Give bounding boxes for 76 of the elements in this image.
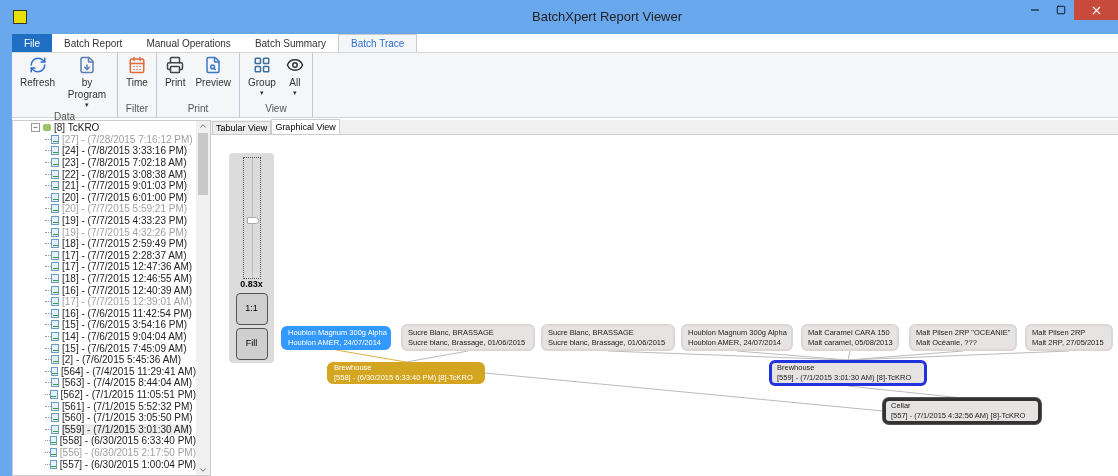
view-tab[interactable]: Graphical View	[271, 119, 340, 134]
slider-thumb[interactable]	[246, 217, 259, 225]
tree-item[interactable]: [561] - (7/1/2015 5:52:32 PM)	[62, 400, 193, 412]
tree-item[interactable]: [24] - (7/8/2015 3:33:16 PM)	[62, 145, 188, 157]
ribbon-button[interactable]: Preview	[191, 53, 235, 101]
document-icon	[51, 274, 59, 283]
document-icon	[51, 332, 59, 341]
magnifier-icon	[204, 56, 223, 74]
tree-item[interactable]: [558] - (6/30/2015 6:33:40 PM)	[59, 435, 196, 447]
group-label: Data	[52, 110, 77, 123]
ribbon-button[interactable]: Time	[122, 53, 152, 101]
connector-line	[405, 350, 469, 363]
ribbon-button[interactable]: Refresh	[16, 53, 59, 109]
document-icon	[51, 146, 59, 156]
tree-item[interactable]: [16] - (7/6/2015 11:42:54 PM)	[62, 307, 192, 319]
document-icon	[51, 134, 59, 144]
tree-item[interactable]: [564] - (7/4/2015 11:29:41 AM)	[61, 365, 196, 377]
ribbon-button[interactable]: Print	[160, 53, 190, 101]
tree-item[interactable]: [16] - (7/7/2015 12:40:39 AM)	[62, 284, 193, 296]
zoom-button[interactable]: Fill	[235, 328, 268, 360]
maximize-icon	[1056, 5, 1066, 15]
tree-item[interactable]: [17] - (7/7/2015 2:28:37 AM)	[62, 249, 187, 261]
tag-icon	[43, 124, 51, 132]
scroll-down-icon[interactable]	[198, 465, 208, 475]
zoom-reading: 0.83x	[240, 279, 263, 290]
ribbon-tab[interactable]: Batch Report	[52, 34, 135, 52]
tree-item[interactable]: [20] - (7/7/2015 6:01:00 PM)	[62, 191, 188, 203]
tree-item[interactable]: [2] - (7/6/2015 5:45:36 AM)	[62, 354, 181, 366]
tree-item[interactable]: [18] - (7/7/2015 12:46:55 AM)	[62, 273, 193, 284]
tree-item[interactable]: [563] - (7/4/2015 8:44:04 AM)	[62, 377, 193, 389]
tree-item[interactable]: [15] - (7/6/2015 3:54:16 PM)	[62, 319, 188, 331]
tree-item[interactable]: [19] - (7/7/2015 4:33:23 PM)	[62, 215, 188, 227]
collapse-toggle[interactable]: −	[31, 123, 40, 133]
printer-icon	[166, 56, 185, 74]
zoom-slider[interactable]	[242, 157, 261, 279]
document-icon	[51, 343, 59, 353]
grid-icon	[252, 56, 271, 74]
group-label: Print	[186, 102, 210, 116]
download-icon	[78, 56, 96, 74]
tree-item[interactable]: [559] - (7/1/2015 3:01:30 AM)	[62, 423, 193, 435]
scrollbar[interactable]	[196, 121, 210, 475]
document-icon	[51, 204, 59, 214]
tree-node[interactable]: [8] TcKRO	[54, 121, 100, 136]
ribbon-tab[interactable]: Batch Trace	[338, 34, 418, 52]
tree-item[interactable]: [21] - (7/7/2015 9:01:03 PM)	[62, 180, 188, 192]
close-button[interactable]	[1074, 0, 1118, 20]
file-tab[interactable]: File	[12, 34, 52, 52]
scroll-up-icon[interactable]	[198, 121, 208, 131]
document-icon	[51, 320, 59, 330]
document-icon	[51, 262, 59, 272]
document-icon	[49, 459, 57, 469]
tree-item[interactable]: [18] - (7/7/2015 2:59:49 PM)	[62, 238, 188, 250]
zoom-button[interactable]: 1:1	[235, 293, 268, 325]
ribbon-tab[interactable]: Manual Operations	[134, 34, 243, 52]
refresh-icon	[28, 56, 47, 74]
tree-item[interactable]: [23] - (7/8/2015 7:02:18 AM)	[62, 157, 187, 169]
tree-item[interactable]: [557] - (6/30/2015 1:00:04 PM)	[59, 458, 196, 470]
tree-item[interactable]: [14] - (7/6/2015 9:04:04 AM)	[62, 331, 187, 342]
tree-item[interactable]: [560] - (7/1/2015 3:05:50 PM)	[62, 412, 193, 424]
window-title: BatchXpert Report Viewer	[532, 8, 683, 27]
tree-item[interactable]: [562] - (7/1/2015 11:05:51 PM)	[60, 388, 196, 400]
connector-line	[335, 349, 407, 363]
group-label: Filter	[124, 102, 150, 116]
app-logo-icon	[13, 10, 27, 24]
eye-icon	[285, 56, 304, 74]
ribbon-tab[interactable]: Batch Summary	[242, 34, 338, 52]
group-label: View	[264, 102, 288, 116]
document-icon	[51, 285, 59, 295]
view-tab[interactable]: Tabular View	[212, 121, 272, 134]
calendar-icon	[127, 56, 146, 74]
tree-item[interactable]: [17] - (7/7/2015 12:47:36 AM)	[62, 261, 193, 273]
document-icon	[50, 366, 59, 376]
document-icon	[51, 401, 59, 411]
scrollbar-thumb[interactable]	[198, 133, 208, 195]
tree-item[interactable]: [22] - (7/8/2015 3:08:38 AM)	[62, 168, 187, 180]
tree-item[interactable]: [15] - (7/6/2015 7:45:09 AM)	[62, 342, 187, 354]
